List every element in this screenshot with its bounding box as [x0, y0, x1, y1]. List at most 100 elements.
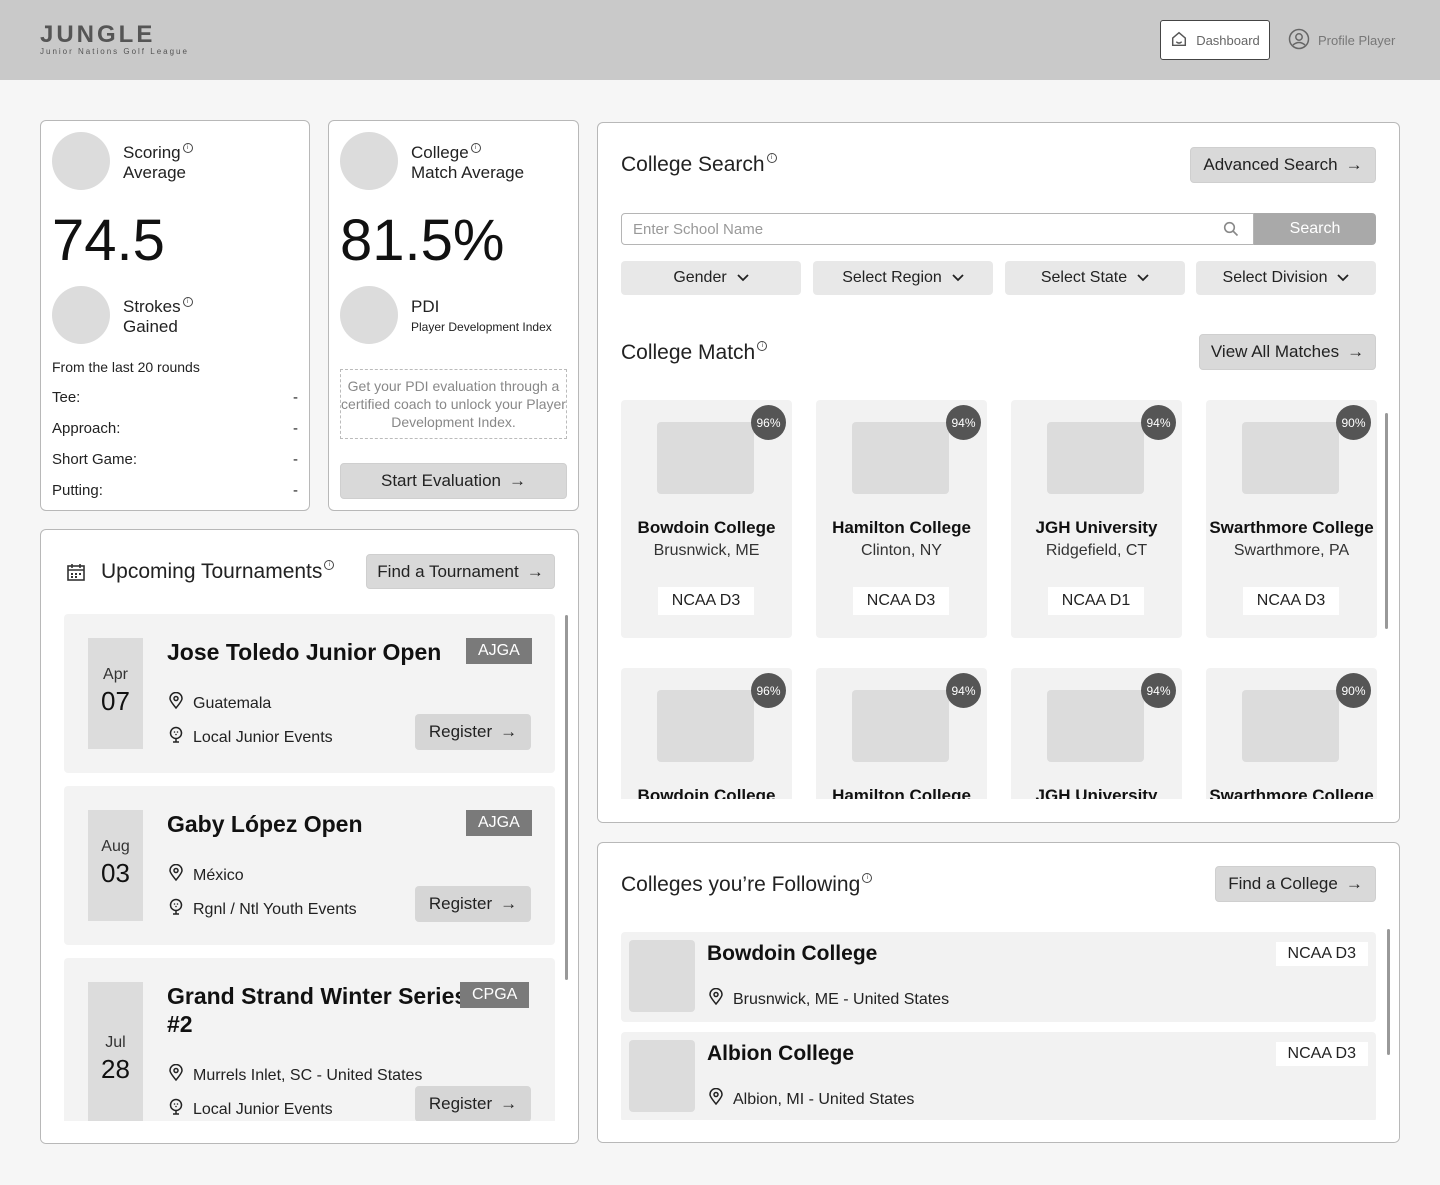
college-location: Brusnwick, ME — [653, 542, 760, 559]
tournament-item[interactable]: Aug 03 Gaby López Open AJGA México Rgnl … — [64, 786, 555, 945]
match-percent-badge: 90% — [1336, 673, 1371, 708]
register-label: Register — [428, 1094, 493, 1113]
location-pin-icon — [707, 987, 725, 1011]
register-button[interactable]: Register → — [415, 886, 531, 922]
college-name: Bowdoin College — [707, 942, 878, 965]
match-avatar — [340, 132, 398, 190]
state-dropdown[interactable]: Select State — [1005, 261, 1185, 295]
user-circle-icon — [1288, 28, 1310, 53]
home-icon — [1170, 30, 1188, 51]
college-name: Albion College — [707, 1042, 854, 1065]
match-label-line2: Match Average — [411, 163, 525, 182]
info-icon[interactable]: i — [182, 143, 193, 153]
view-all-matches-button[interactable]: View All Matches → — [1199, 334, 1376, 370]
following-scrollbar[interactable] — [1387, 929, 1390, 1055]
colleges-following-card: Colleges you’re Following i Find a Colleg… — [597, 842, 1400, 1143]
tournament-item[interactable]: Jul 28 Grand Strand Winter Series #2 CPG… — [64, 958, 555, 1143]
region-dropdown[interactable]: Select Region — [813, 261, 993, 295]
college-location: Ridgefield, CT — [1045, 542, 1148, 559]
profile-label: Profile Player — [1318, 32, 1396, 48]
arrow-right-icon: → — [500, 722, 518, 741]
stat-row-value: - — [293, 420, 298, 437]
info-icon[interactable]: i — [766, 153, 777, 163]
start-evaluation-button[interactable]: Start Evaluation → — [340, 463, 567, 499]
stat-row-label: Putting: — [52, 482, 103, 499]
arrow-right-icon: → — [1345, 874, 1363, 893]
stat-row-value: - — [293, 482, 298, 499]
college-search-title: College Search i — [621, 153, 777, 177]
advanced-search-button[interactable]: Advanced Search → — [1190, 147, 1376, 183]
college-division: NCAA D3 — [1275, 942, 1368, 966]
college-match-card[interactable]: 94% JGH University Ridgefield, CT NCAA D… — [1011, 400, 1182, 638]
college-image — [657, 690, 754, 762]
tournaments-scrollbar[interactable] — [565, 615, 568, 980]
stat-row-approach: Approach: - — [52, 420, 298, 437]
college-image — [1242, 422, 1339, 494]
matches-scrollbar[interactable] — [1385, 413, 1388, 629]
dashboard-button[interactable]: Dashboard — [1160, 20, 1270, 60]
register-button[interactable]: Register → — [415, 1086, 531, 1122]
chevron-down-icon — [1337, 269, 1350, 287]
college-match-card[interactable]: 94% Hamilton College Clinton, NY NCAA D3 — [816, 400, 987, 638]
college-match-card[interactable]: 96% Bowdoin College Brusnwick, ME NCAA D… — [621, 400, 792, 638]
tournament-category: Rgnl / Ntl Youth Events — [167, 898, 357, 921]
following-college-item[interactable]: Bowdoin College Brusnwick, ME - United S… — [621, 932, 1376, 1022]
location-text: Albion, MI - United States — [733, 1090, 915, 1108]
arrow-right-icon: → — [500, 1094, 518, 1113]
info-icon[interactable]: i — [182, 297, 193, 307]
school-name-input[interactable]: Enter School Name — [621, 213, 1254, 245]
search-button[interactable]: Search — [1254, 213, 1376, 245]
golf-ball-icon — [167, 1098, 185, 1121]
register-button[interactable]: Register → — [415, 714, 531, 750]
info-icon[interactable]: i — [324, 560, 335, 570]
view-all-matches-label: View All Matches — [1210, 342, 1340, 361]
location-pin-icon — [167, 863, 185, 887]
info-icon[interactable]: i — [862, 873, 873, 883]
match-average-value: 81.5% — [340, 208, 505, 273]
location-text: Guatemala — [193, 694, 272, 712]
following-college-item[interactable]: Albion College Albion, MI - United State… — [621, 1032, 1376, 1122]
scoring-avatar — [52, 132, 110, 190]
date-month: Jul — [105, 1034, 126, 1051]
scoring-stats-card: Scoring i Average 74.5 Strokes i Gained Fr… — [40, 120, 310, 511]
tournament-item[interactable]: Apr 07 Jose Toledo Junior Open AJGA Guat… — [64, 614, 555, 773]
tournament-name-line1: Grand Strand Winter Series — [167, 983, 468, 1009]
logo-subtitle: Junior Nations Golf League — [40, 47, 189, 56]
college-image — [1242, 690, 1339, 762]
info-icon[interactable]: i — [757, 341, 768, 351]
top-header: JUNGLE Junior Nations Golf League Dashbo… — [0, 0, 1440, 80]
location-text: México — [193, 866, 244, 884]
college-image — [1047, 422, 1144, 494]
find-college-label: Find a College — [1228, 874, 1338, 893]
pdi-sublabel: Player Development Index — [411, 320, 552, 334]
strokes-label-line2: Gained — [123, 317, 178, 336]
division-dropdown[interactable]: Select Division — [1196, 261, 1376, 295]
strokes-avatar — [52, 286, 110, 344]
date-box: Aug 03 — [88, 810, 143, 921]
date-day: 07 — [101, 686, 130, 716]
find-tournament-button[interactable]: Find a Tournament → — [366, 554, 555, 589]
register-label: Register — [428, 894, 493, 913]
college-image — [629, 940, 695, 1012]
from-rounds-text: From the last 20 rounds — [52, 359, 298, 375]
find-tournament-label: Find a Tournament — [377, 561, 519, 581]
info-icon[interactable]: i — [470, 143, 481, 153]
location-pin-icon — [707, 1087, 725, 1111]
arrow-right-icon: → — [1347, 342, 1365, 361]
college-match-card[interactable]: 90% Swarthmore College Swarthmore, PA NC… — [1206, 400, 1377, 638]
stat-row-tee: Tee: - — [52, 389, 298, 406]
profile-button[interactable]: Profile Player — [1288, 20, 1395, 60]
college-location: Brusnwick, ME - United States — [707, 987, 949, 1011]
college-match-title: College Match i — [621, 341, 768, 365]
college-division: NCAA D3 — [1275, 1042, 1368, 1066]
logo[interactable]: JUNGLE Junior Nations Golf League — [40, 23, 189, 57]
upcoming-tournaments-card: Upcoming Tournaments i Find a Tournament →… — [40, 529, 579, 1144]
dropdown-label: Gender — [673, 269, 727, 286]
match-percent-badge: 94% — [946, 405, 981, 440]
tournaments-title: Upcoming Tournaments i — [101, 560, 335, 584]
find-college-button[interactable]: Find a College → — [1215, 866, 1376, 902]
match-percent-badge: 96% — [751, 673, 786, 708]
tournament-name: Jose Toledo Junior Open — [167, 639, 442, 665]
gender-dropdown[interactable]: Gender — [621, 261, 801, 295]
following-title: Colleges you’re Following i — [621, 873, 873, 897]
